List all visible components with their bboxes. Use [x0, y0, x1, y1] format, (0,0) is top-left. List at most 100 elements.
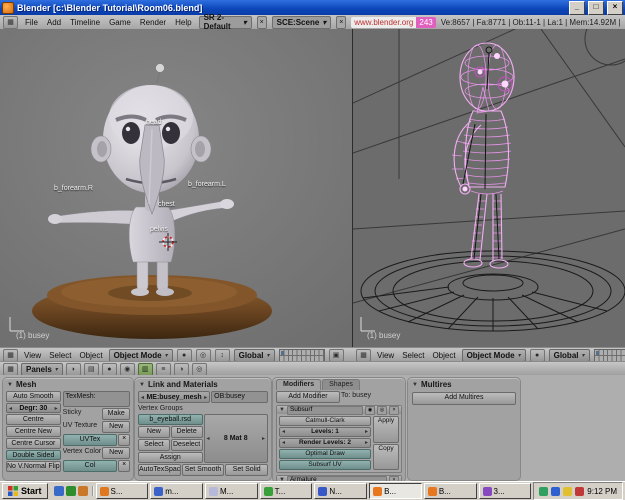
taskbar-app-button-active[interactable]: B...: [369, 483, 422, 499]
3d-viewport-left[interactable]: head chest pelvis b_forearm.R b_forearm.…: [0, 29, 353, 347]
col-delete-button[interactable]: ×: [118, 460, 130, 472]
collapse-icon[interactable]: ▼: [7, 382, 13, 388]
vertex-group-name-field[interactable]: b_eyeball.rsd: [138, 414, 203, 425]
menu-file[interactable]: File: [23, 18, 40, 27]
collapse-icon[interactable]: ▼: [412, 382, 418, 388]
increment-arrow-icon[interactable]: ▸: [365, 439, 368, 447]
material-icon[interactable]: ◑: [174, 363, 189, 376]
group-select-button[interactable]: Select: [138, 439, 170, 451]
tray-icon[interactable]: [551, 487, 560, 496]
mat-left-icon[interactable]: ◂: [207, 435, 210, 442]
tab-shapes[interactable]: Shapes: [322, 379, 360, 390]
subsurf-uv-toggle[interactable]: Subsurf UV: [279, 460, 371, 470]
copy-modifier-button[interactable]: Copy: [373, 444, 399, 471]
shading-icon[interactable]: ●: [102, 363, 117, 376]
draw-type-icon[interactable]: ●: [530, 349, 545, 362]
scene-context-icon[interactable]: ≡: [156, 363, 171, 376]
decrement-arrow-icon[interactable]: ◂: [9, 405, 12, 412]
mode-dropdown[interactable]: Object Mode ▾: [462, 349, 526, 362]
quick-launch-icon[interactable]: [78, 486, 88, 496]
taskbar-app-button[interactable]: N...: [314, 483, 367, 499]
taskbar-app-button[interactable]: T...: [260, 483, 313, 499]
object-menu[interactable]: Object: [77, 351, 104, 360]
increment-arrow-icon[interactable]: ▸: [365, 428, 368, 436]
draw-type-icon[interactable]: ●: [177, 349, 192, 362]
menu-game[interactable]: Game: [107, 18, 133, 27]
uv-texture-new-button[interactable]: New: [102, 421, 130, 433]
taskbar-app-button[interactable]: B...: [424, 483, 477, 499]
set-solid-button[interactable]: Set Solid: [225, 464, 268, 476]
orientation-dropdown[interactable]: Global ▾: [234, 349, 275, 362]
taskbar-app-button[interactable]: m...: [150, 483, 203, 499]
mat-right-icon[interactable]: ▸: [262, 435, 265, 442]
material-slot-field[interactable]: ◂ 8 Mat 8 ▸: [204, 414, 269, 463]
menu-timeline[interactable]: Timeline: [68, 18, 102, 27]
scene-delete-button[interactable]: ×: [336, 16, 346, 29]
delete-modifier-icon[interactable]: ×: [389, 406, 399, 415]
panels-menu[interactable]: Panels ▾: [21, 363, 63, 376]
orientation-dropdown[interactable]: Global ▾: [549, 349, 590, 362]
screen-selector[interactable]: SR 2-Default ▾: [199, 16, 252, 29]
set-smooth-button[interactable]: Set Smooth: [182, 464, 225, 476]
texmesh-field[interactable]: TexMesh:: [63, 391, 131, 407]
3d-viewport-right[interactable]: (1) busey: [353, 29, 625, 347]
modifier-name-field[interactable]: Subsurf: [287, 406, 363, 415]
layer-buttons[interactable]: [594, 349, 625, 362]
logic-icon[interactable]: ◗: [66, 363, 81, 376]
editing-context-icon[interactable]: ▥: [138, 363, 153, 376]
decrement-arrow-icon[interactable]: ◂: [282, 439, 285, 447]
decrement-arrow-icon[interactable]: ◂: [282, 428, 285, 436]
increment-arrow-icon[interactable]: ▸: [55, 405, 58, 412]
script-icon[interactable]: ▤: [84, 363, 99, 376]
centre-cursor-button[interactable]: Centre Cursor: [6, 438, 61, 449]
double-sided-toggle[interactable]: Double Sided: [6, 450, 61, 461]
lock-icon[interactable]: ▣: [329, 349, 344, 362]
pivot-icon[interactable]: ◎: [196, 349, 211, 362]
add-modifier-button[interactable]: Add Modifier: [276, 391, 340, 403]
browse-right-icon[interactable]: ▸: [204, 394, 207, 401]
group-deselect-button[interactable]: Deselect: [171, 439, 203, 451]
add-multires-button[interactable]: Add Multires: [412, 392, 516, 405]
taskbar-app-button[interactable]: 3...: [479, 483, 532, 499]
render-toggle-icon[interactable]: ◉: [365, 406, 375, 415]
view-menu[interactable]: View: [375, 351, 396, 360]
layer-buttons[interactable]: [279, 349, 325, 362]
screen-delete-button[interactable]: ×: [257, 16, 267, 29]
manipulator-icon[interactable]: ↕: [215, 349, 230, 362]
group-delete-button[interactable]: Delete: [171, 426, 203, 438]
group-new-button[interactable]: New: [138, 426, 170, 438]
maximize-button[interactable]: □: [588, 1, 604, 15]
centre-new-button[interactable]: Centre New: [6, 426, 61, 437]
start-button[interactable]: Start: [2, 483, 48, 499]
centre-button[interactable]: Centre: [6, 414, 61, 425]
auto-smooth-button[interactable]: Auto Smooth: [6, 391, 61, 402]
menu-help[interactable]: Help: [173, 18, 193, 27]
editor-type-icon[interactable]: ▦: [3, 349, 18, 362]
select-menu[interactable]: Select: [47, 351, 73, 360]
world-icon[interactable]: ◎: [192, 363, 207, 376]
mesh-datablock-field[interactable]: ◂ ME:busey_mesh ▸: [138, 391, 210, 403]
tab-modifiers[interactable]: Modifiers: [276, 379, 321, 390]
menu-render[interactable]: Render: [138, 18, 168, 27]
autotexspace-toggle[interactable]: AutoTexSpace: [138, 464, 181, 476]
col-field[interactable]: Col: [63, 460, 118, 472]
menu-add[interactable]: Add: [45, 18, 63, 27]
render-levels-field[interactable]: ◂ Render Levels: 2 ▸: [279, 438, 371, 448]
collapse-icon[interactable]: ▼: [279, 407, 285, 413]
sticky-make-button[interactable]: Make: [102, 408, 130, 420]
object-name-field[interactable]: OB:busey: [211, 391, 268, 403]
taskbar-app-button[interactable]: S...: [96, 483, 149, 499]
quick-launch-icon[interactable]: [66, 486, 76, 496]
view-menu[interactable]: View: [22, 351, 43, 360]
subdivision-type-dropdown[interactable]: Catmull-Clark: [279, 416, 371, 426]
close-button[interactable]: ×: [607, 1, 623, 15]
no-vnormal-flip-toggle[interactable]: No V.Normal Flip: [6, 461, 61, 472]
tray-icon[interactable]: [539, 487, 548, 496]
optimal-draw-toggle[interactable]: Optimal Draw: [279, 449, 371, 459]
blender-site-link[interactable]: www.blender.org: [351, 17, 416, 28]
group-assign-button[interactable]: Assign: [138, 452, 203, 463]
apply-modifier-button[interactable]: Apply: [373, 416, 399, 443]
tray-icon[interactable]: [563, 487, 572, 496]
select-menu[interactable]: Select: [400, 351, 426, 360]
scene-selector[interactable]: SCE:Scene ▾: [272, 16, 332, 29]
